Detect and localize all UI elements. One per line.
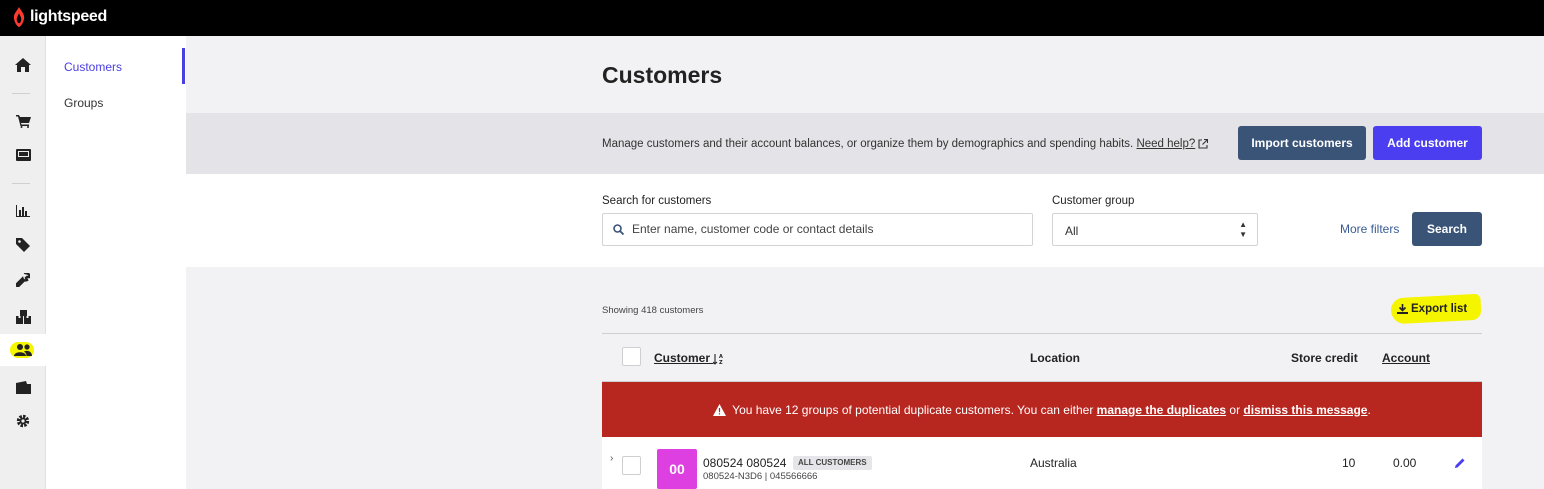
- import-customers-button[interactable]: Import customers: [1238, 126, 1366, 160]
- lightspeed-logo[interactable]: lightspeed: [12, 6, 107, 28]
- wrench-icon[interactable]: [0, 265, 46, 295]
- cart-icon[interactable]: [0, 106, 46, 136]
- expand-chevron-icon[interactable]: ›: [610, 453, 613, 464]
- active-indicator: [182, 48, 185, 84]
- more-filters-link[interactable]: More filters: [1340, 222, 1399, 236]
- download-icon: [1397, 304, 1408, 314]
- export-list-label: Export list: [1411, 303, 1468, 315]
- tag-icon[interactable]: [0, 230, 46, 260]
- settings-icon[interactable]: [0, 406, 46, 436]
- folder-icon[interactable]: [0, 372, 46, 402]
- inventory-icon[interactable]: [0, 302, 46, 332]
- description-text: Manage customers and their account balan…: [602, 138, 1134, 150]
- register-icon[interactable]: [0, 140, 46, 170]
- select-all-checkbox[interactable]: [622, 347, 641, 366]
- column-location: Location: [1030, 351, 1080, 365]
- alert-text-mid: or: [1229, 402, 1241, 417]
- subnav-item-groups[interactable]: Groups: [64, 96, 103, 110]
- secondary-nav: Customers Groups: [46, 36, 186, 489]
- customer-group-label: Customer group: [1052, 195, 1135, 207]
- customer-code-phone: 080524-N3D6 | 045566666: [703, 471, 818, 482]
- row-checkbox[interactable]: [622, 456, 641, 475]
- flame-icon: [13, 7, 25, 27]
- column-customer[interactable]: Customer AZ: [654, 351, 725, 366]
- rail-divider: [12, 93, 30, 94]
- page-description: Manage customers and their account balan…: [602, 138, 1209, 150]
- search-label: Search for customers: [602, 195, 712, 207]
- icon-rail: [0, 36, 46, 489]
- customer-account: 0.00: [1393, 456, 1417, 470]
- table-row[interactable]: › 00 080524 080524 ALL CUSTOMERS 080524-…: [602, 437, 1482, 489]
- customers-icon[interactable]: [0, 334, 46, 366]
- help-link[interactable]: Need help?: [1136, 138, 1195, 150]
- external-link-icon: [1198, 138, 1209, 149]
- column-account[interactable]: Account: [1382, 351, 1430, 365]
- column-customer-label: Customer: [654, 351, 711, 365]
- dismiss-message-link[interactable]: dismiss this message: [1243, 403, 1367, 417]
- page-title: Customers: [602, 62, 723, 88]
- alert-text-end: .: [1367, 402, 1371, 417]
- subnav-item-customers[interactable]: Customers: [64, 60, 122, 74]
- manage-duplicates-link[interactable]: manage the duplicates: [1097, 403, 1226, 417]
- sort-icon: AZ: [712, 353, 723, 366]
- customer-group-value: All: [1065, 224, 1079, 238]
- home-icon[interactable]: [0, 50, 46, 80]
- select-arrows-icon: ▲ ▼: [1239, 220, 1247, 239]
- customer-name[interactable]: 080524 080524: [703, 456, 786, 470]
- search-icon: [613, 224, 624, 235]
- logo-text: lightspeed: [30, 8, 108, 25]
- search-button[interactable]: Search: [1412, 212, 1482, 246]
- customer-group-select[interactable]: All ▲ ▼: [1052, 213, 1258, 246]
- main-content: Customers Manage customers and their acc…: [186, 36, 1544, 489]
- description-band: Manage customers and their account balan…: [186, 113, 1544, 174]
- search-panel: Search for customers Customer group All …: [186, 174, 1544, 267]
- avatar: 00: [657, 449, 697, 489]
- search-input[interactable]: [632, 222, 1022, 236]
- warning-icon: [713, 403, 727, 416]
- svg-text:Z: Z: [719, 360, 723, 365]
- alert-text-start: You have 12 groups of potential duplicat…: [732, 402, 1094, 417]
- duplicate-alert-banner: You have 12 groups of potential duplicat…: [602, 382, 1482, 437]
- customer-store-credit: 10: [1342, 456, 1356, 470]
- rail-divider: [12, 183, 30, 184]
- divider: [602, 333, 1482, 334]
- edit-icon[interactable]: [1454, 457, 1466, 469]
- search-field[interactable]: [602, 213, 1033, 246]
- customer-location: Australia: [1030, 456, 1077, 470]
- reports-icon[interactable]: [0, 196, 46, 226]
- alert-text: You have 12 groups of potential duplicat…: [732, 403, 1371, 417]
- export-list-button[interactable]: Export list: [1390, 293, 1482, 325]
- group-badge: ALL CUSTOMERS: [793, 456, 872, 470]
- add-customer-button[interactable]: Add customer: [1373, 126, 1482, 160]
- column-store-credit: Store credit: [1291, 351, 1358, 365]
- top-bar: lightspeed: [0, 0, 1544, 36]
- result-count: Showing 418 customers: [602, 305, 704, 316]
